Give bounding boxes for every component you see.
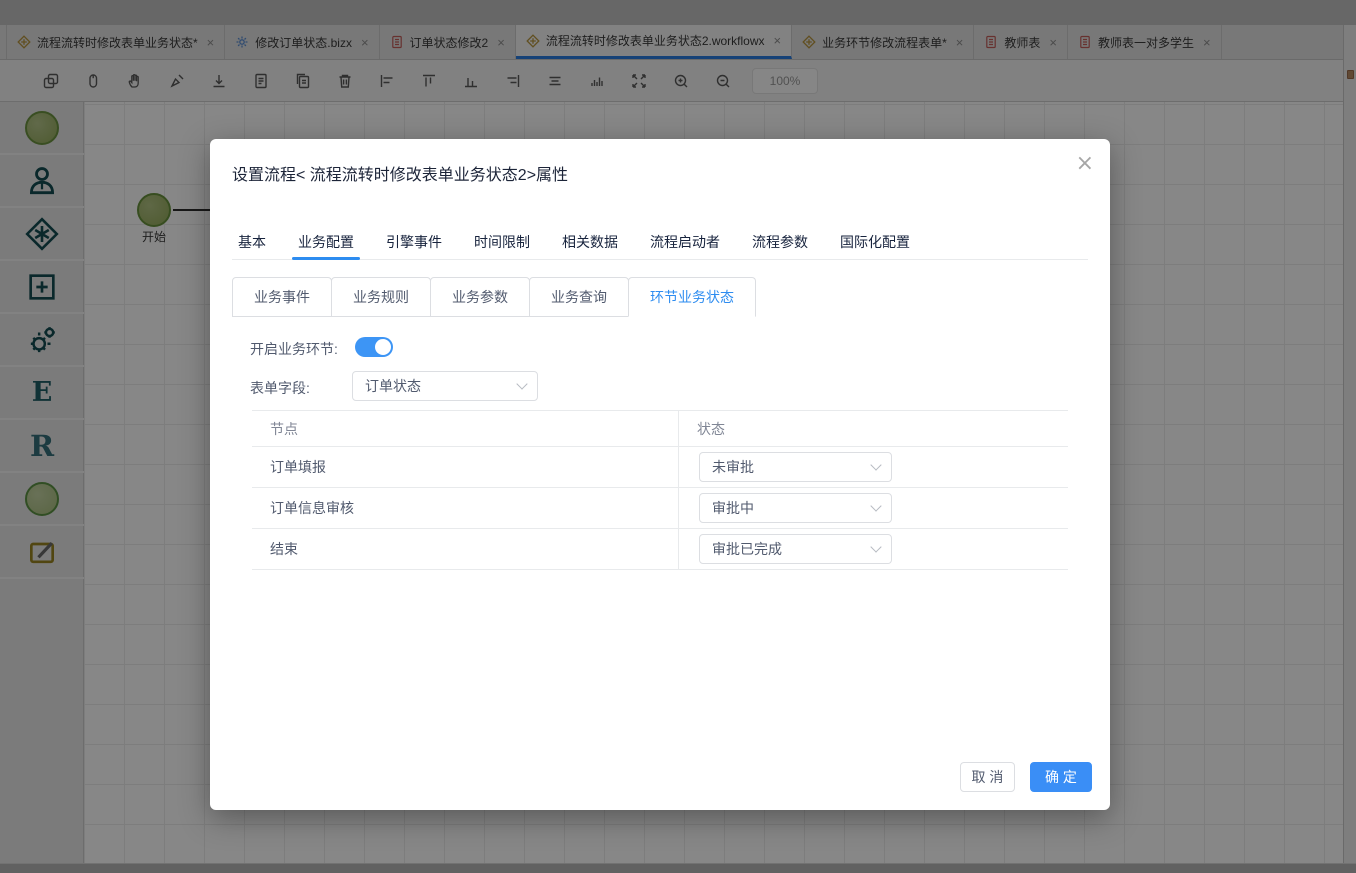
status-select-value: 审批已完成	[712, 539, 782, 559]
status-select[interactable]: 审批中	[699, 493, 892, 523]
cancel-button[interactable]: 取 消	[960, 762, 1015, 792]
close-icon[interactable]: ×	[1076, 153, 1094, 175]
status-select-value: 审批中	[712, 498, 754, 518]
tab-business-config[interactable]: 业务配置	[292, 227, 360, 259]
node-status-table: 节点 状态 订单填报 未审批 订单信息审核 审批中	[252, 410, 1068, 570]
chevron-down-icon	[516, 378, 527, 389]
table-row: 订单填报 未审批	[252, 447, 1068, 488]
confirm-button[interactable]: 确 定	[1030, 762, 1092, 792]
enable-business-node-toggle[interactable]	[355, 337, 393, 357]
table-row: 结束 审批已完成	[252, 529, 1068, 570]
status-cell: 审批中	[679, 488, 1068, 528]
node-cell: 订单填报	[252, 447, 679, 487]
status-cell: 审批已完成	[679, 529, 1068, 569]
toggle-knob	[375, 339, 391, 355]
tab-i18n-config[interactable]: 国际化配置	[834, 227, 916, 259]
node-cell: 订单信息审核	[252, 488, 679, 528]
tab-related-data[interactable]: 相关数据	[556, 227, 624, 259]
status-select[interactable]: 未审批	[699, 452, 892, 482]
business-config-subtabs: 业务事件 业务规则 业务参数 业务查询 环节业务状态	[232, 277, 756, 317]
subtab-business-rules[interactable]: 业务规则	[331, 277, 431, 317]
subtab-business-query[interactable]: 业务查询	[529, 277, 629, 317]
dialog-tab-bar: 基本 业务配置 引擎事件 时间限制 相关数据 流程启动者 流程参数 国际化配置	[232, 227, 1088, 260]
status-select-value: 未审批	[712, 457, 754, 477]
subtab-business-params[interactable]: 业务参数	[430, 277, 530, 317]
chevron-down-icon	[870, 500, 881, 511]
table-header-row: 节点 状态	[252, 411, 1068, 447]
toggle-label: 开启业务环节:	[250, 339, 338, 359]
column-header-node: 节点	[252, 411, 679, 446]
tab-time-limit[interactable]: 时间限制	[468, 227, 536, 259]
status-select[interactable]: 审批已完成	[699, 534, 892, 564]
status-cell: 未审批	[679, 447, 1068, 487]
subtab-business-events[interactable]: 业务事件	[232, 277, 332, 317]
column-header-status: 状态	[679, 411, 1068, 446]
table-row: 订单信息审核 审批中	[252, 488, 1068, 529]
tab-process-initiator[interactable]: 流程启动者	[644, 227, 726, 259]
form-field-select-value: 订单状态	[365, 376, 421, 396]
form-field-select[interactable]: 订单状态	[352, 371, 538, 401]
app-window: 流程流转时修改表单业务状态* × 修改订单状态.bizx × 订单状态修改2 ×…	[0, 0, 1356, 873]
subtab-node-business-status[interactable]: 环节业务状态	[628, 277, 756, 317]
dialog-title: 设置流程< 流程流转时修改表单业务状态2>属性	[232, 161, 568, 185]
tab-engine-events[interactable]: 引擎事件	[380, 227, 448, 259]
node-cell: 结束	[252, 529, 679, 569]
tab-basic[interactable]: 基本	[232, 227, 272, 259]
process-properties-dialog: 设置流程< 流程流转时修改表单业务状态2>属性 × 基本 业务配置 引擎事件 时…	[210, 139, 1110, 810]
chevron-down-icon	[870, 541, 881, 552]
tab-process-params[interactable]: 流程参数	[746, 227, 814, 259]
form-field-label: 表单字段:	[250, 378, 310, 398]
chevron-down-icon	[870, 459, 881, 470]
